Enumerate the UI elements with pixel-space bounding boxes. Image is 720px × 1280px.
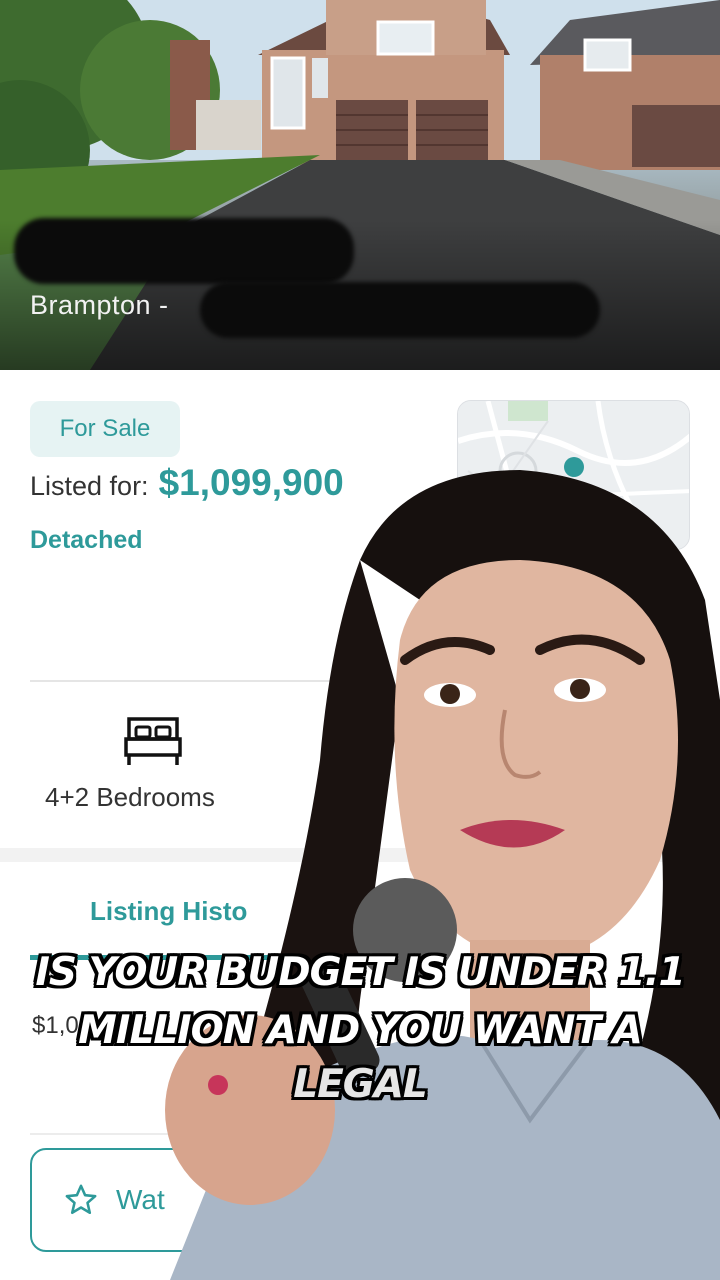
- redaction-mark: [14, 218, 354, 284]
- map-pin-icon: [564, 457, 584, 477]
- status-badge: For Sale: [30, 401, 180, 457]
- watch-button-label: Wat: [116, 1184, 165, 1215]
- bedrooms-count: 4+2 Bedrooms: [45, 782, 215, 812]
- property-type: Detached: [30, 526, 143, 554]
- listing-price: $1,099,900: [158, 462, 344, 503]
- caption-line-3: LEGAL: [293, 1062, 428, 1107]
- bed-icon: [124, 717, 182, 765]
- price-row: Listed for: $1,099,900: [30, 462, 344, 504]
- divider: [30, 1133, 350, 1135]
- section-separator: [0, 848, 720, 862]
- caption-line-2: MILLION AND YOU WANT A: [78, 1008, 643, 1053]
- listing-details-card: For Sale Listed for: $1,099,900 Detached…: [0, 370, 720, 1280]
- listed-label: Listed for:: [30, 471, 149, 501]
- listing-city: Brampton -: [30, 290, 169, 320]
- watch-button[interactable]: Wat: [30, 1148, 360, 1252]
- tab-listing-history[interactable]: Listing Histo: [90, 896, 247, 927]
- location-map[interactable]: [457, 400, 690, 550]
- divider: [30, 680, 350, 682]
- listing-photo[interactable]: Brampton -: [0, 0, 720, 370]
- star-icon: [65, 1184, 97, 1215]
- caption-line-1: IS YOUR BUDGET IS UNDER 1.1: [35, 950, 685, 995]
- redaction-mark: [200, 282, 600, 338]
